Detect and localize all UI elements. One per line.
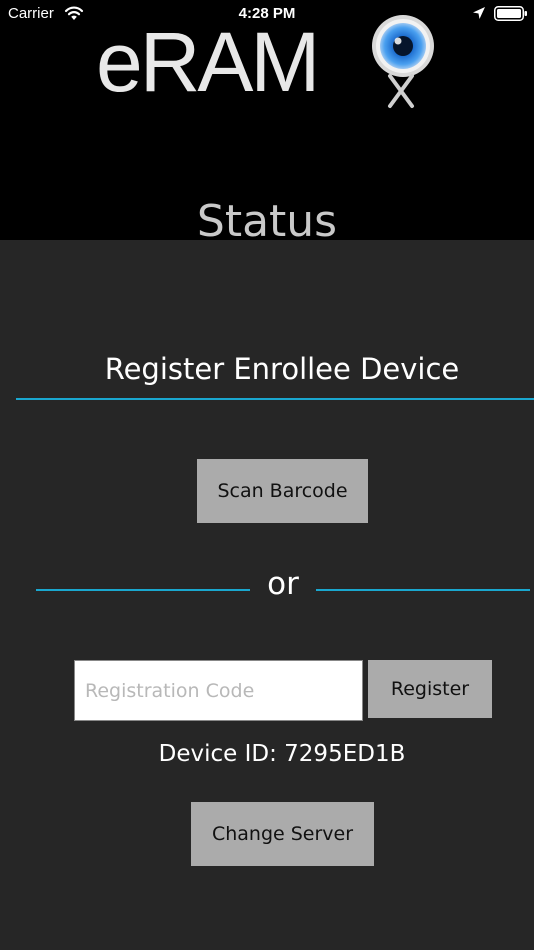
- scan-barcode-button[interactable]: Scan Barcode: [197, 459, 368, 523]
- section-title: Register Enrollee Device: [104, 352, 460, 386]
- screen-title: Status: [196, 196, 338, 240]
- register-button[interactable]: Register: [368, 660, 492, 718]
- or-divider-right: [316, 589, 530, 591]
- logo-text: eRAM: [96, 15, 320, 109]
- or-divider-left: [36, 589, 250, 591]
- app-logo: eRAM: [96, 12, 446, 112]
- battery-icon: [494, 6, 527, 21]
- section-title-underline: [16, 398, 534, 400]
- eye-icon: [372, 15, 434, 108]
- registration-code-input[interactable]: [74, 660, 363, 721]
- or-label: or: [267, 566, 299, 602]
- app-header: Carrier 4:28 PM eRAM Status: [0, 0, 534, 240]
- location-arrow-icon: [473, 7, 485, 19]
- change-server-button[interactable]: Change Server: [191, 802, 374, 866]
- device-id-label: Device ID: 7295ED1B: [158, 741, 406, 767]
